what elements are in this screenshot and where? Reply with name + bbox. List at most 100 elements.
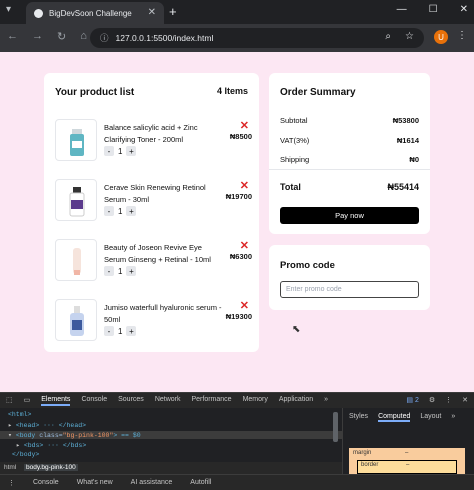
drawer-tab-console[interactable]: Console xyxy=(33,479,59,487)
promo-code-input[interactable]: Enter promo code xyxy=(280,281,419,298)
decrease-button[interactable]: - xyxy=(104,326,114,336)
devtools-close-icon[interactable]: ✕ xyxy=(462,396,468,404)
dom-html-node[interactable]: <html> xyxy=(8,411,31,418)
device-toggle-icon[interactable]: ▭ xyxy=(24,396,31,406)
product-item: Jumiso waterfull hyaluronic serum - 50ml… xyxy=(55,299,252,345)
tab-application[interactable]: Application xyxy=(279,396,313,406)
drawer-tab-autofill[interactable]: Autofill xyxy=(190,479,211,487)
remove-item-icon[interactable]: ✕ xyxy=(240,239,249,252)
zoom-icon[interactable]: ⌕ xyxy=(385,31,391,42)
url-text: 127.0.0.1:5500/index.html xyxy=(115,33,214,43)
order-summary-title: Order Summary xyxy=(280,87,356,98)
summary-label: Subtotal xyxy=(280,116,308,125)
decrease-button[interactable]: - xyxy=(104,266,114,276)
summary-label: VAT(3%) xyxy=(280,136,310,145)
dom-tree-scrollbar[interactable] xyxy=(333,412,338,442)
tab-memory[interactable]: Memory xyxy=(243,396,268,406)
dom-head-node[interactable]: ▸ <head> ··· </head> xyxy=(8,421,86,429)
product-name: Cerave Skin Renewing Retinol Serum - 30m… xyxy=(104,183,206,204)
inspect-icon[interactable]: ⬚ xyxy=(6,396,13,406)
drawer-menu-icon[interactable]: ⋮ xyxy=(8,479,15,487)
quantity-value: 1 xyxy=(118,326,123,336)
home-icon[interactable]: ⌂ xyxy=(80,30,87,43)
browser-menu-icon[interactable]: ⋮ xyxy=(457,30,467,41)
eye-serum-tube-icon xyxy=(73,248,81,275)
back-icon[interactable]: ← xyxy=(7,30,18,43)
toner-bottle-icon xyxy=(70,129,84,156)
box-model-border: border – xyxy=(357,460,457,474)
issues-badge[interactable]: ▤ 2 xyxy=(406,396,418,404)
decrease-button[interactable]: - xyxy=(104,146,114,156)
drawer-tab-ai-assistance[interactable]: AI assistance xyxy=(131,479,173,487)
devtools-menu-icon[interactable]: ⋮ xyxy=(445,396,452,404)
increase-button[interactable]: + xyxy=(126,206,137,216)
tab-layout[interactable]: Layout xyxy=(420,413,441,422)
summary-row-subtotal: Subtotal ₦53800 xyxy=(280,116,419,125)
dom-bds-node[interactable]: ▸ <bds> ··· </bds> xyxy=(16,441,86,449)
reload-icon[interactable]: ↻ xyxy=(57,30,66,43)
devtools-drawer: ⋮ Console What's new AI assistance Autof… xyxy=(0,474,474,490)
maximize-icon[interactable]: ☐ xyxy=(429,4,438,15)
increase-button[interactable]: + xyxy=(126,266,137,276)
summary-label: Shipping xyxy=(280,155,310,164)
tab-elements[interactable]: Elements xyxy=(41,396,71,406)
tab-styles-more[interactable]: » xyxy=(451,413,455,422)
tab-sources[interactable]: Sources xyxy=(118,396,144,406)
item-count: 4 Items xyxy=(216,86,248,96)
tab-search-icon[interactable]: ▾ xyxy=(6,4,11,15)
tab-more[interactable]: » xyxy=(324,396,328,406)
profile-avatar[interactable]: U xyxy=(434,30,448,44)
mouse-cursor-icon: ⬉ xyxy=(292,324,301,335)
breadcrumb-html[interactable]: html xyxy=(4,464,16,471)
close-window-icon[interactable]: ✕ xyxy=(460,4,468,15)
decrease-button[interactable]: - xyxy=(104,206,114,216)
product-image xyxy=(55,299,97,341)
breadcrumb-body[interactable]: body.bg-pink-100 xyxy=(24,464,78,471)
remove-item-icon[interactable]: ✕ xyxy=(240,179,249,192)
minimize-icon[interactable]: — xyxy=(397,4,407,15)
forward-icon[interactable]: → xyxy=(32,30,43,43)
pay-now-button[interactable]: Pay now xyxy=(280,207,419,224)
quantity-stepper: - 1 + xyxy=(104,266,137,276)
dom-body-close[interactable]: </body> xyxy=(12,451,39,458)
close-tab-icon[interactable]: ✕ xyxy=(148,7,156,18)
remove-item-icon[interactable]: ✕ xyxy=(240,119,249,132)
product-price: ₦19700 xyxy=(225,192,252,201)
dom-body-node[interactable]: ▾ <body class="bg-pink-100"> == $0 xyxy=(0,431,342,439)
bookmark-star-icon[interactable]: ☆ xyxy=(405,31,414,42)
browser-tab[interactable]: BigDevSoon Challenge ✕ xyxy=(26,2,164,24)
margin-top-value: – xyxy=(405,450,409,456)
product-list-title: Your product list xyxy=(55,87,135,98)
drawer-tab-whats-new[interactable]: What's new xyxy=(77,479,113,487)
styles-pane: Styles Computed Layout » margin – border… xyxy=(342,408,474,474)
summary-row-vat: VAT(3%) ₦1614 xyxy=(280,136,419,145)
issues-icon: ▤ xyxy=(406,397,413,404)
site-info-icon[interactable]: ⓘ xyxy=(100,32,109,44)
devtools-settings-icon[interactable]: ⚙ xyxy=(429,396,435,404)
increase-button[interactable]: + xyxy=(126,146,137,156)
tab-computed[interactable]: Computed xyxy=(378,413,411,422)
product-item: Balance salicylic acid + Zinc Clarifying… xyxy=(55,119,252,165)
total-label: Total xyxy=(280,182,301,192)
summary-total: Total ₦55414 xyxy=(280,182,419,192)
new-tab-icon[interactable]: + xyxy=(169,4,177,19)
increase-button[interactable]: + xyxy=(126,326,137,336)
summary-value: ₦0 xyxy=(409,155,419,164)
tab-network[interactable]: Network xyxy=(155,396,181,406)
address-bar[interactable]: ⓘ 127.0.0.1:5500/index.html ⌕ ☆ xyxy=(90,28,424,48)
tab-styles[interactable]: Styles xyxy=(349,413,368,422)
devtools-actions: ▤ 2 ⚙ ⋮ ✕ xyxy=(406,396,468,404)
quantity-stepper: - 1 + xyxy=(104,206,137,216)
quantity-value: 1 xyxy=(118,146,123,156)
remove-item-icon[interactable]: ✕ xyxy=(240,299,249,312)
product-item: Cerave Skin Renewing Retinol Serum - 30m… xyxy=(55,179,252,225)
product-item: Beauty of Joseon Revive Eye Serum Ginsen… xyxy=(55,239,252,285)
product-image xyxy=(55,239,97,281)
browser-toolbar: ← → ↻ ⌂ ⓘ 127.0.0.1:5500/index.html ⌕ ☆ xyxy=(0,24,474,52)
product-list-card: Your product list 4 Items Balance salicy… xyxy=(44,73,259,352)
tab-performance[interactable]: Performance xyxy=(192,396,232,406)
total-value: ₦55414 xyxy=(387,182,419,192)
tab-console[interactable]: Console xyxy=(81,396,107,406)
browser-window: ▾ BigDevSoon Challenge ✕ + — ☐ ✕ ← → ↻ ⌂… xyxy=(0,0,474,490)
summary-row-shipping: Shipping ₦0 xyxy=(280,155,419,164)
